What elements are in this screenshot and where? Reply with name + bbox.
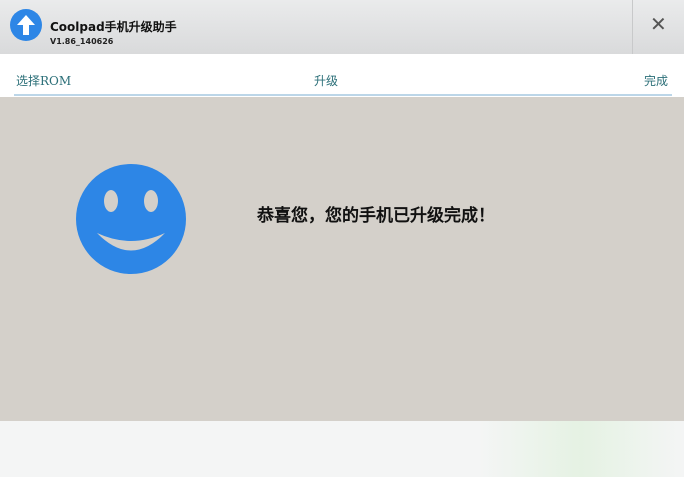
progress-line [14, 94, 672, 96]
step-upgrade: 升级 [314, 74, 339, 88]
upgrade-arrow-icon [10, 9, 42, 41]
step-select-rom: 选择ROM [16, 74, 72, 88]
app-title: Coolpad手机升级助手 [50, 20, 177, 34]
success-message: 恭喜您，您的手机已升级完成！ [257, 206, 495, 226]
main-panel: 恭喜您，您的手机已升级完成！ [0, 97, 684, 421]
step-complete: 完成 [644, 74, 669, 88]
smiley-icon [76, 164, 186, 274]
close-icon[interactable]: ✕ [650, 12, 667, 36]
title-bar: Coolpad手机升级助手 V1.86_140626 ✕ [0, 0, 684, 54]
app-version: V1.86_140626 [50, 37, 114, 46]
footer [0, 421, 684, 477]
divider [632, 0, 633, 54]
